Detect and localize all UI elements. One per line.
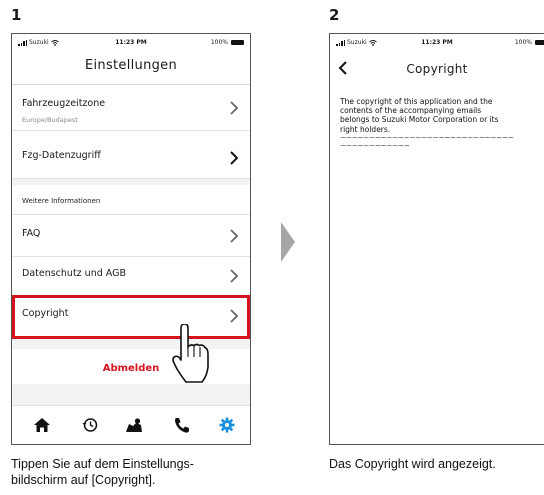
battery-status: 100% [515, 39, 544, 46]
divider [12, 214, 250, 215]
settings-screen: Suzuki 11:23 PM 100% Einstellungen Fahrz… [11, 33, 251, 445]
next-step-arrow-icon [281, 222, 295, 262]
divider [12, 84, 250, 85]
step-number-2: 2 [329, 6, 340, 24]
chevron-right-icon [230, 151, 239, 165]
battery-percent: 100% [514, 39, 532, 46]
step-2-caption: Das Copyright wird angezeigt. [329, 457, 496, 471]
logout-button[interactable]: Abmelden [12, 363, 250, 374]
chevron-right-icon [230, 269, 239, 283]
home-icon[interactable] [32, 416, 52, 434]
step-1-caption: Tippen Sie auf dem Einstellungs- bildsch… [11, 456, 194, 488]
copyright-line: contents of the accompanying emails [340, 106, 482, 116]
status-bar: Suzuki 11:23 PM 100% [12, 34, 250, 50]
caption-line: bildschirm auf [Copyright]. [11, 473, 156, 487]
battery-icon [231, 40, 244, 45]
phone-icon[interactable] [172, 416, 192, 434]
chevron-right-icon [230, 101, 239, 115]
history-icon[interactable] [80, 416, 100, 434]
settings-row-faq[interactable]: FAQ [12, 216, 250, 257]
caption-line: Tippen Sie auf dem Einstellungs- [11, 457, 194, 471]
copyright-line: The copyright of this application and th… [340, 97, 493, 106]
page-title: Copyright [406, 62, 468, 76]
battery-percent: 100% [210, 39, 228, 46]
map-icon[interactable] [124, 416, 144, 434]
battery-status: 100% [211, 39, 244, 46]
settings-row-vehicle-timezone[interactable]: Fahrzeugzeitzone Europe/Budapest [12, 88, 250, 131]
row-sublabel: Europe/Budapest [22, 116, 78, 124]
tab-bar [12, 405, 250, 444]
step-number-1: 1 [11, 6, 22, 24]
page-title: Einstellungen [84, 58, 178, 73]
row-label: Datenschutz und AGB [22, 268, 126, 279]
battery-icon [535, 40, 544, 45]
row-label: Fahrzeugzeitzone [22, 98, 106, 109]
copyright-line: belongs to Suzuki Motor Corporation or i… [340, 115, 499, 125]
section-label: Weitere Informationen [22, 197, 101, 205]
settings-row-vehicle-data-access[interactable]: Fzg-Datenzugriff [12, 138, 250, 179]
status-bar: Suzuki 11:23 PM 100% [330, 34, 544, 50]
copyright-highlight-frame [12, 295, 250, 339]
copyright-screen: Suzuki 11:23 PM 100% Copyright The copyr… [329, 33, 544, 445]
settings-row-privacy-terms[interactable]: Datenschutz und AGB [12, 256, 250, 297]
row-label: FAQ [22, 228, 41, 239]
row-label: Fzg-Datenzugriff [22, 150, 101, 161]
tap-hand-icon [172, 324, 209, 383]
copyright-text: The copyright of this application and th… [340, 97, 544, 150]
status-time: 11:23 PM [421, 39, 453, 46]
continuation-line: ~~~~~~~~~~~~ [340, 140, 410, 150]
chevron-right-icon [230, 229, 239, 243]
section-spacer [12, 339, 250, 349]
section-spacer [12, 179, 250, 185]
settings-icon[interactable] [217, 416, 237, 434]
